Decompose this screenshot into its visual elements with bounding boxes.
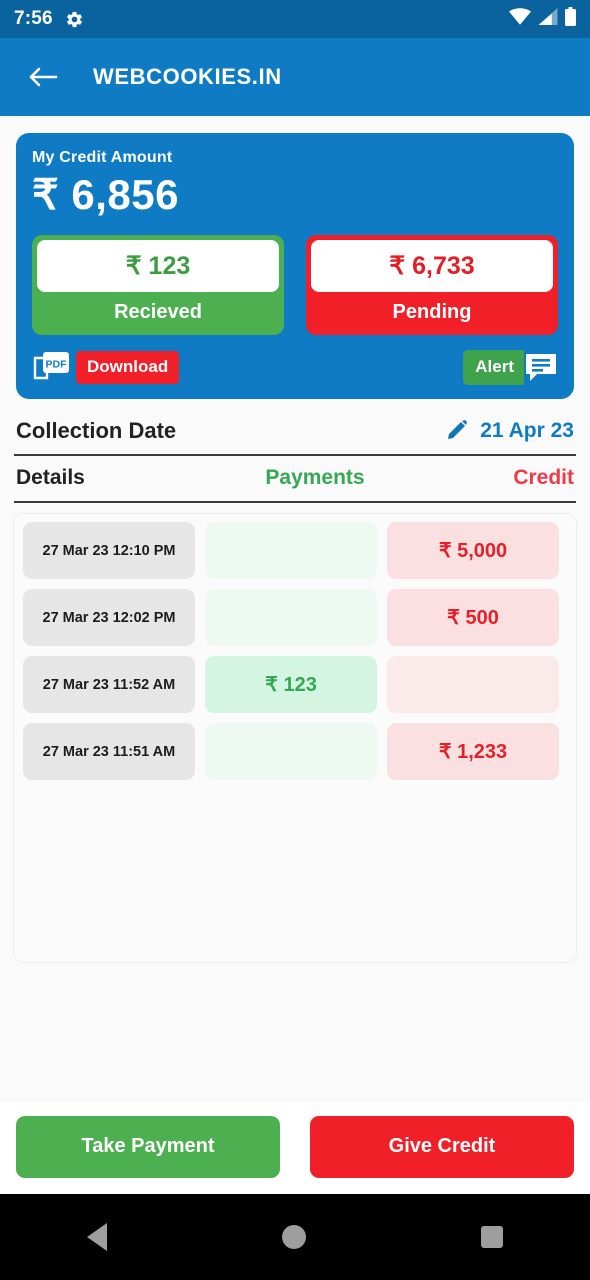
row-credit: ₹ 500 — [387, 589, 559, 647]
collection-date-picker[interactable]: 21 Apr 23 — [445, 418, 574, 444]
credit-breakdown: ₹ 123 Recieved ₹ 6,733 Pending — [32, 235, 558, 336]
collection-date-value[interactable]: 21 Apr 23 — [480, 419, 574, 443]
page-title: WEBCOOKIES.IN — [93, 64, 282, 89]
status-time: 7:56 — [14, 8, 53, 29]
table-row[interactable]: 27 Mar 23 12:02 PM ₹ 500 — [23, 589, 567, 647]
row-credit — [387, 656, 559, 714]
app-bar: WEBCOOKIES.IN — [0, 38, 590, 116]
download-pdf-group[interactable]: PDF Download — [32, 349, 180, 385]
pending-amount: ₹ 6,733 — [311, 240, 553, 293]
row-payment: ₹ 123 — [205, 656, 377, 714]
column-header-payments: Payments — [265, 466, 365, 490]
row-credit: ₹ 1,233 — [387, 723, 559, 781]
credit-amount-value: ₹ 6,856 — [32, 171, 179, 218]
status-bar: 7:56 — [0, 0, 590, 38]
status-indicators — [509, 7, 576, 31]
alert-button[interactable]: Alert — [463, 349, 524, 385]
svg-text:PDF: PDF — [46, 359, 68, 371]
take-payment-button[interactable]: Take Payment — [16, 1116, 280, 1178]
column-header-credit: Credit — [513, 466, 574, 490]
row-credit: ₹ 5,000 — [387, 522, 559, 580]
battery-icon — [565, 7, 576, 31]
pdf-icon: PDF — [32, 349, 74, 385]
cellular-signal-icon — [538, 8, 558, 30]
gear-icon — [65, 10, 84, 29]
table-row[interactable]: 27 Mar 23 11:51 AM ₹ 1,233 — [23, 723, 567, 781]
message-icon[interactable] — [524, 351, 558, 383]
nav-recents-icon[interactable] — [480, 1226, 503, 1248]
header-divider-bottom — [14, 501, 576, 504]
row-payment — [205, 723, 377, 781]
received-caption: Recieved — [114, 301, 202, 324]
android-nav-bar — [0, 1194, 590, 1280]
row-date: 27 Mar 23 11:52 AM — [23, 656, 195, 714]
give-credit-button[interactable]: Give Credit — [310, 1116, 574, 1178]
pending-box[interactable]: ₹ 6,733 Pending — [306, 235, 558, 336]
received-amount: ₹ 123 — [37, 240, 279, 293]
transaction-list[interactable]: 27 Mar 23 12:10 PM ₹ 5,000 27 Mar 23 12:… — [13, 513, 577, 964]
wifi-icon — [509, 8, 531, 30]
bottom-action-bar: Take Payment Give Credit — [0, 1102, 590, 1194]
row-payment — [205, 589, 377, 647]
phone-screen: 7:56 WEBCOOKIES.IN My Credit Amount ₹ 6,… — [0, 0, 590, 1280]
row-payment — [205, 522, 377, 580]
pending-caption: Pending — [392, 301, 472, 324]
row-date: 27 Mar 23 12:02 PM — [23, 589, 195, 647]
received-box[interactable]: ₹ 123 Recieved — [32, 235, 284, 336]
collection-date-row: Collection Date 21 Apr 23 — [16, 418, 574, 454]
row-date: 27 Mar 23 11:51 AM — [23, 723, 195, 781]
credit-summary-card: My Credit Amount ₹ 6,856 ₹ 123 Recieved … — [16, 133, 574, 400]
card-actions: PDF Download Alert — [32, 349, 558, 385]
table-header: Details Payments Credit — [16, 456, 574, 501]
credit-amount-label: My Credit Amount — [32, 149, 173, 166]
collection-date-title: Collection Date — [16, 418, 177, 444]
back-arrow-icon[interactable] — [26, 60, 60, 94]
download-button[interactable]: Download — [76, 350, 180, 384]
nav-back-icon[interactable] — [87, 1223, 108, 1251]
pencil-icon[interactable] — [445, 418, 471, 444]
alert-group[interactable]: Alert — [463, 349, 558, 385]
table-row[interactable]: 27 Mar 23 11:52 AM ₹ 123 — [23, 656, 567, 714]
table-row[interactable]: 27 Mar 23 12:10 PM ₹ 5,000 — [23, 522, 567, 580]
column-header-details: Details — [16, 466, 85, 490]
nav-home-icon[interactable] — [281, 1225, 306, 1249]
row-date: 27 Mar 23 12:10 PM — [23, 522, 195, 580]
